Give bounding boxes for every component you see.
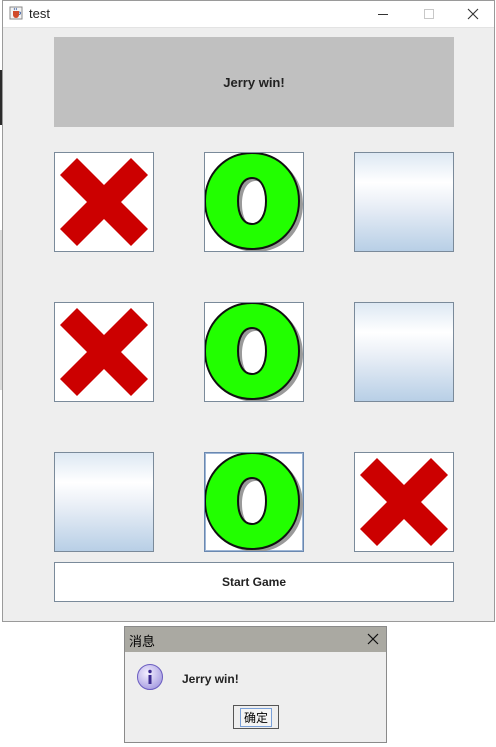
maximize-icon	[423, 8, 434, 19]
board-cell-7[interactable]	[54, 452, 154, 552]
o-mark-icon	[205, 303, 303, 401]
status-text: Jerry win!	[223, 74, 285, 90]
message-dialog: 消息 Jerry win! 确定	[124, 626, 387, 743]
o-mark-icon	[205, 453, 303, 551]
board-cell-4[interactable]	[54, 302, 154, 402]
start-game-label: Start Game	[221, 575, 287, 589]
board-cell-8[interactable]	[204, 452, 304, 552]
status-label-panel: Jerry win!	[54, 37, 454, 127]
ok-button[interactable]: 确定	[233, 705, 279, 729]
maximize-button[interactable]	[406, 1, 452, 27]
information-icon	[137, 664, 163, 690]
close-icon[interactable]	[364, 630, 382, 648]
dialog-title-bar[interactable]: 消息	[125, 627, 386, 652]
board-cell-5[interactable]	[204, 302, 304, 402]
x-mark-icon	[360, 458, 448, 546]
title-bar[interactable]: test	[3, 1, 494, 28]
main-window: test Jerry win! Start Game	[2, 0, 495, 622]
start-game-button[interactable]: Start Game	[54, 562, 454, 602]
minimize-icon	[377, 13, 388, 15]
java-coffee-icon	[9, 6, 23, 20]
window-title: test	[29, 6, 50, 21]
board-cell-3[interactable]	[354, 152, 454, 252]
board-cell-9[interactable]	[354, 452, 454, 552]
dialog-title: 消息	[129, 635, 156, 650]
x-mark-icon	[60, 158, 148, 246]
board-cell-6[interactable]	[354, 302, 454, 402]
dialog-message: Jerry win!	[182, 672, 239, 686]
close-icon	[467, 8, 479, 20]
ok-label: 确定	[239, 707, 272, 727]
board-cell-1[interactable]	[54, 152, 154, 252]
x-mark-icon	[60, 308, 148, 396]
o-mark-icon	[205, 153, 303, 251]
minimize-button[interactable]	[360, 1, 406, 27]
board-cell-2[interactable]	[204, 152, 304, 252]
close-button[interactable]	[450, 1, 496, 27]
